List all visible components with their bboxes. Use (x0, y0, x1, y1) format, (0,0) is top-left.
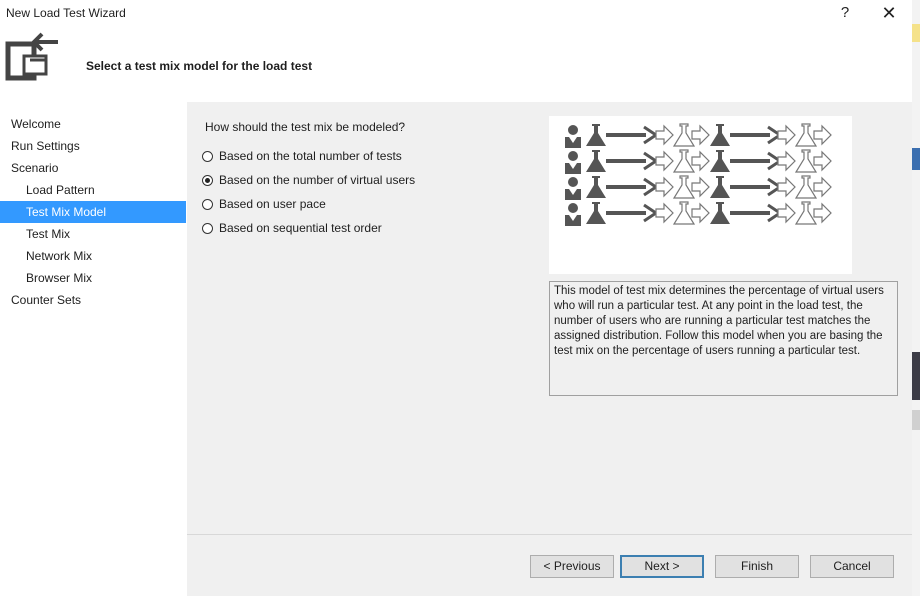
option-sequential-order[interactable]: Based on sequential test order (202, 219, 382, 237)
option-user-pace[interactable]: Based on user pace (202, 195, 326, 213)
option-label: Based on user pace (219, 197, 326, 211)
illustration-row (565, 150, 831, 174)
window-title: New Load Test Wizard (6, 6, 126, 20)
nav-item-run-settings[interactable]: Run Settings (0, 135, 186, 157)
radio-virtual-users[interactable] (202, 174, 213, 186)
background-dark-block (912, 352, 920, 400)
button-bar: < Previous Next > Finish Cancel (187, 534, 912, 596)
previous-button[interactable]: < Previous (530, 555, 614, 578)
illustration-row (565, 202, 831, 226)
nav-item-welcome[interactable]: Welcome (0, 113, 186, 135)
radio-sequential-order[interactable] (202, 222, 213, 234)
background-app-strip (912, 0, 920, 596)
close-button[interactable]: ✕ (874, 2, 904, 24)
nav-item-network-mix[interactable]: Network Mix (0, 245, 186, 267)
nav-item-test-mix-model[interactable]: Test Mix Model (0, 201, 186, 223)
nav-item-browser-mix[interactable]: Browser Mix (0, 267, 186, 289)
background-blue-block (912, 148, 920, 170)
option-label: Based on sequential test order (219, 221, 382, 235)
background-gray-block (912, 410, 920, 430)
radio-total-tests[interactable] (202, 150, 213, 162)
nav-item-load-pattern[interactable]: Load Pattern (0, 179, 186, 201)
illustration-row (565, 124, 831, 148)
content-panel: How should the test mix be modeled? Base… (187, 102, 912, 534)
option-label: Based on the number of virtual users (219, 173, 416, 187)
wizard-dialog: New Load Test Wizard ? ✕ Select a test m… (0, 0, 912, 596)
wizard-nav: Welcome Run Settings Scenario Load Patte… (0, 113, 186, 311)
model-description: This model of test mix determines the pe… (549, 281, 898, 396)
cancel-button[interactable]: Cancel (810, 555, 894, 578)
wizard-arrow-icon (5, 32, 58, 81)
nav-item-scenario[interactable]: Scenario (0, 157, 186, 179)
title-bar: New Load Test Wizard ? ✕ (0, 0, 912, 26)
help-button[interactable]: ? (830, 2, 860, 24)
question-label: How should the test mix be modeled? (205, 120, 406, 134)
option-label: Based on the total number of tests (219, 149, 402, 163)
next-button[interactable]: Next > (620, 555, 704, 578)
option-virtual-users[interactable]: Based on the number of virtual users (202, 171, 415, 189)
illustration-row (565, 176, 831, 200)
background-yellow-block (912, 24, 920, 42)
option-total-tests[interactable]: Based on the total number of tests (202, 147, 402, 165)
nav-item-counter-sets[interactable]: Counter Sets (0, 289, 186, 311)
finish-button[interactable]: Finish (715, 555, 799, 578)
nav-item-test-mix[interactable]: Test Mix (0, 223, 186, 245)
test-mix-illustration (549, 116, 852, 274)
radio-user-pace[interactable] (202, 198, 213, 210)
page-title: Select a test mix model for the load tes… (86, 59, 313, 73)
